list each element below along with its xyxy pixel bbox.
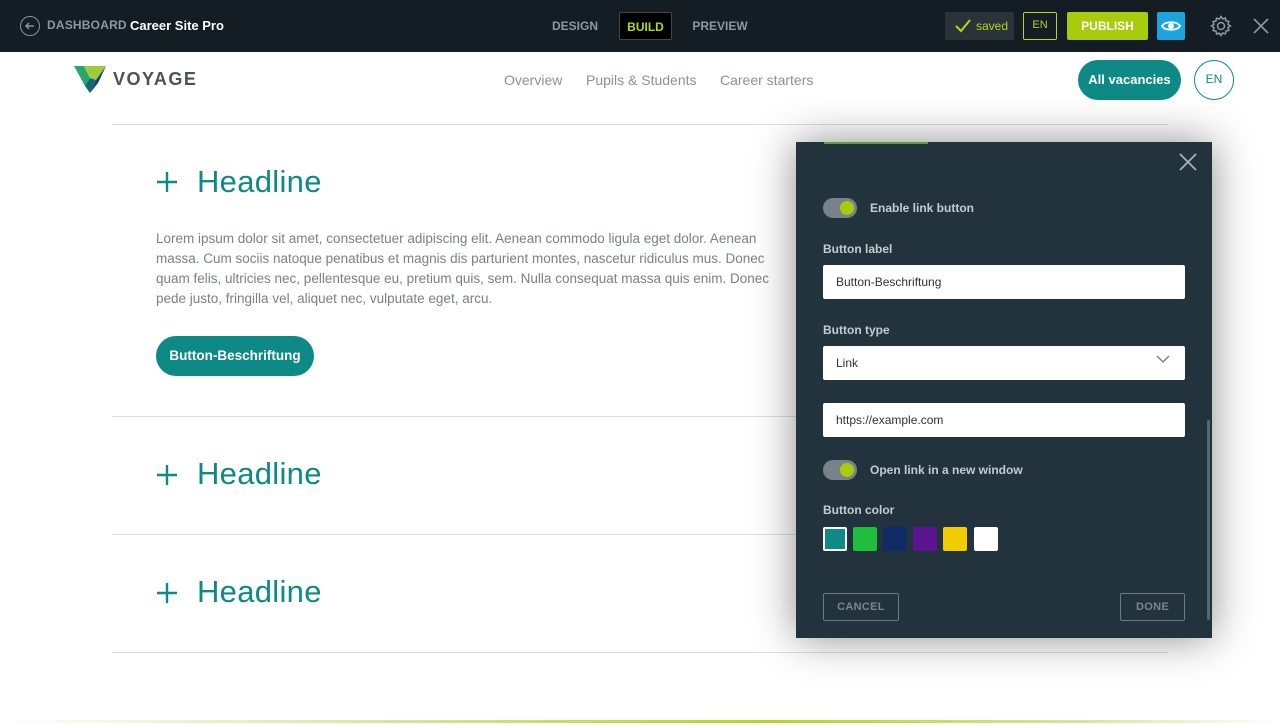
color-swatch-purple[interactable]: [913, 527, 937, 551]
accordion-body-text: Lorem ipsum dolor sit amet, consectetuer…: [156, 231, 770, 306]
saved-label: saved: [976, 19, 1009, 33]
divider: [112, 124, 1168, 125]
back-arrow-icon[interactable]: [20, 16, 40, 36]
button-settings-panel: Enable link button Button label Button-B…: [796, 142, 1212, 638]
all-vacancies-button[interactable]: All vacancies: [1078, 60, 1181, 100]
nav-overview[interactable]: Overview: [504, 72, 562, 88]
eye-icon: [1161, 21, 1181, 31]
preview-eye-button[interactable]: [1157, 12, 1185, 40]
site-language-button[interactable]: EN: [1194, 60, 1234, 100]
tab-build[interactable]: BUILD: [619, 12, 672, 40]
toggle-knob: [840, 463, 854, 477]
toggle-knob: [840, 201, 854, 215]
color-swatch-navy[interactable]: [883, 527, 907, 551]
button-type-select[interactable]: Link: [823, 346, 1185, 380]
editor-toolbar: DASHBOARD Career Site Pro DESIGN BUILD P…: [0, 0, 1280, 52]
gear-icon[interactable]: [1209, 14, 1233, 38]
check-icon: [955, 19, 971, 33]
voyage-logo-icon: [74, 66, 106, 93]
color-swatch-green[interactable]: [853, 527, 877, 551]
tab-preview[interactable]: PREVIEW: [690, 12, 750, 40]
button-label-input[interactable]: Button-Beschriftung: [823, 265, 1185, 299]
dashboard-link[interactable]: DASHBOARD: [47, 18, 127, 32]
button-color-title: Button color: [823, 503, 895, 517]
cancel-button[interactable]: CANCEL: [823, 593, 899, 621]
accordion-headline[interactable]: Headline: [197, 456, 322, 492]
nav-pupils-students[interactable]: Pupils & Students: [586, 72, 697, 88]
panel-accent-bar: [824, 142, 928, 144]
publish-button[interactable]: PUBLISH: [1067, 12, 1148, 40]
saved-status: saved: [945, 12, 1014, 40]
button-label-title: Button label: [823, 242, 893, 256]
accordion-headline[interactable]: Headline: [197, 574, 322, 610]
close-editor-icon[interactable]: [1253, 18, 1269, 34]
footer-accent-line: [0, 720, 1280, 723]
expand-plus-icon[interactable]: [156, 171, 178, 193]
new-window-label: Open link in a new window: [870, 463, 1023, 477]
content-link-button[interactable]: Button-Beschriftung: [156, 336, 314, 376]
accordion-headline[interactable]: Headline: [197, 164, 322, 200]
button-type-title: Button type: [823, 323, 890, 337]
enable-link-label: Enable link button: [870, 201, 974, 215]
logo-text: VOYAGE: [113, 69, 198, 89]
enable-link-toggle[interactable]: [823, 198, 857, 218]
divider: [112, 652, 1168, 653]
nav-career-starters[interactable]: Career starters: [720, 72, 813, 88]
tab-design[interactable]: DESIGN: [548, 12, 602, 40]
expand-plus-icon[interactable]: [156, 464, 178, 486]
language-toggle[interactable]: EN: [1023, 12, 1057, 40]
new-window-toggle[interactable]: [823, 460, 857, 480]
chevron-down-icon: [1156, 355, 1170, 364]
site-name: Career Site Pro: [130, 18, 224, 33]
done-button[interactable]: DONE: [1120, 593, 1185, 621]
color-swatch-teal[interactable]: [823, 527, 847, 551]
expand-plus-icon[interactable]: [156, 582, 178, 604]
color-swatch-white[interactable]: [974, 527, 998, 551]
panel-scrollbar[interactable]: [1207, 420, 1210, 620]
url-input[interactable]: https://example.com: [823, 403, 1185, 437]
color-swatch-yellow[interactable]: [943, 527, 967, 551]
close-icon[interactable]: [1179, 153, 1197, 171]
